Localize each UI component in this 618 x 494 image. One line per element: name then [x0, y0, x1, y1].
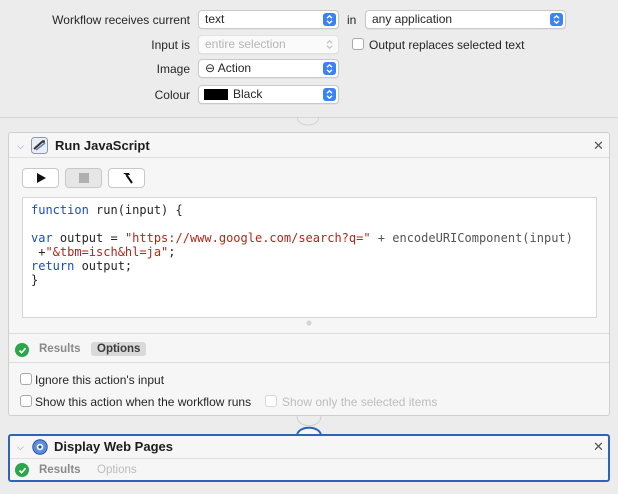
workflow-config: Workflow receives current text in any ap… [0, 0, 618, 118]
output-replaces-checkbox[interactable] [352, 38, 364, 50]
code-keyword: return [31, 259, 75, 273]
code-line: var output = "https://www.google.com/sea… [31, 231, 596, 245]
code-keyword: function [31, 203, 89, 217]
ignore-input-checkbox[interactable] [20, 373, 32, 385]
stepper-icon [323, 62, 336, 75]
close-icon[interactable]: ✕ [593, 439, 604, 455]
options-divider [9, 362, 609, 363]
tab-options[interactable]: Options [91, 342, 147, 356]
web-page-icon [32, 439, 48, 455]
workflow-receives-label: Workflow receives current [52, 13, 190, 27]
colour-popup[interactable]: Black [198, 85, 339, 104]
resize-handle-icon[interactable] [305, 319, 313, 327]
header-divider [9, 157, 609, 158]
javascript-script-icon [31, 137, 48, 154]
code-string: "&tbm=isch&hl=ja" [45, 245, 169, 259]
stepper-icon [323, 88, 336, 101]
in-label: in [347, 13, 357, 27]
workflow-receives-value: text [205, 12, 225, 26]
code-text: + [31, 245, 46, 259]
display-web-pages-action: ⌵ Display Web Pages ✕ Results Options [8, 434, 610, 482]
action-title: Display Web Pages [54, 439, 173, 454]
code-text: ; [168, 245, 176, 259]
application-value: any application [372, 12, 453, 26]
run-button[interactable] [22, 168, 59, 188]
success-check-icon [15, 463, 29, 477]
connector-icon [297, 117, 319, 126]
stepper-icon [323, 13, 336, 26]
show-when-runs-label: Show this action when the workflow runs [35, 395, 252, 409]
colour-label: Colour [154, 88, 190, 102]
stop-icon [78, 173, 89, 183]
image-value: ⊖ Action [205, 61, 252, 75]
code-line: +"&tbm=isch&hl=ja"; [31, 245, 596, 259]
code-editor[interactable]: function run(input) { var output = "http… [22, 197, 597, 318]
output-replaces-label: Output replaces selected text [369, 38, 525, 52]
close-icon[interactable]: ✕ [593, 138, 604, 154]
colour-swatch [204, 89, 228, 100]
show-selected-label: Show only the selected items [282, 395, 438, 409]
run-javascript-action: ⌵ Run JavaScript ✕ function run(input) {… [8, 132, 610, 416]
input-is-popup[interactable]: entire selection [198, 35, 339, 54]
footer-divider [9, 333, 609, 334]
ignore-input-label: Ignore this action's input [35, 373, 165, 387]
colour-value: Black [233, 87, 263, 101]
stop-button[interactable] [65, 168, 102, 188]
code-line: } [31, 273, 39, 287]
hammer-icon [122, 173, 133, 184]
show-selected-checkbox[interactable] [265, 395, 277, 407]
tab-options[interactable]: Options [91, 463, 143, 477]
tab-results[interactable]: Results [33, 463, 87, 477]
compile-button[interactable] [108, 168, 145, 188]
code-text: output = [52, 231, 125, 245]
input-is-label: Input is [151, 38, 190, 52]
code-string: "https://www.google.com/search?q=" [124, 231, 371, 245]
collapse-chevron-icon[interactable]: ⌵ [17, 442, 24, 453]
code-line: return output; [31, 259, 596, 273]
code-text: run(input) { [88, 203, 183, 217]
code-keyword: var [31, 231, 53, 245]
workflow-receives-popup[interactable]: text [198, 10, 339, 29]
code-line: function run(input) { [31, 203, 596, 217]
image-popup[interactable]: ⊖ Action [198, 59, 339, 78]
collapse-chevron-icon[interactable]: ⌵ [17, 141, 24, 152]
show-when-runs-checkbox[interactable] [20, 395, 32, 407]
code-text: output; [74, 259, 133, 273]
success-check-icon [15, 343, 29, 357]
input-is-value: entire selection [205, 37, 286, 51]
stepper-icon [323, 38, 336, 51]
application-popup[interactable]: any application [365, 10, 566, 29]
code-text: + encodeURIComponent(input) [370, 231, 573, 245]
image-label: Image [156, 62, 190, 76]
stepper-icon [550, 13, 563, 26]
header-divider [10, 458, 608, 459]
action-title: Run JavaScript [55, 138, 150, 153]
tab-results[interactable]: Results [33, 342, 87, 356]
play-icon [36, 173, 46, 183]
